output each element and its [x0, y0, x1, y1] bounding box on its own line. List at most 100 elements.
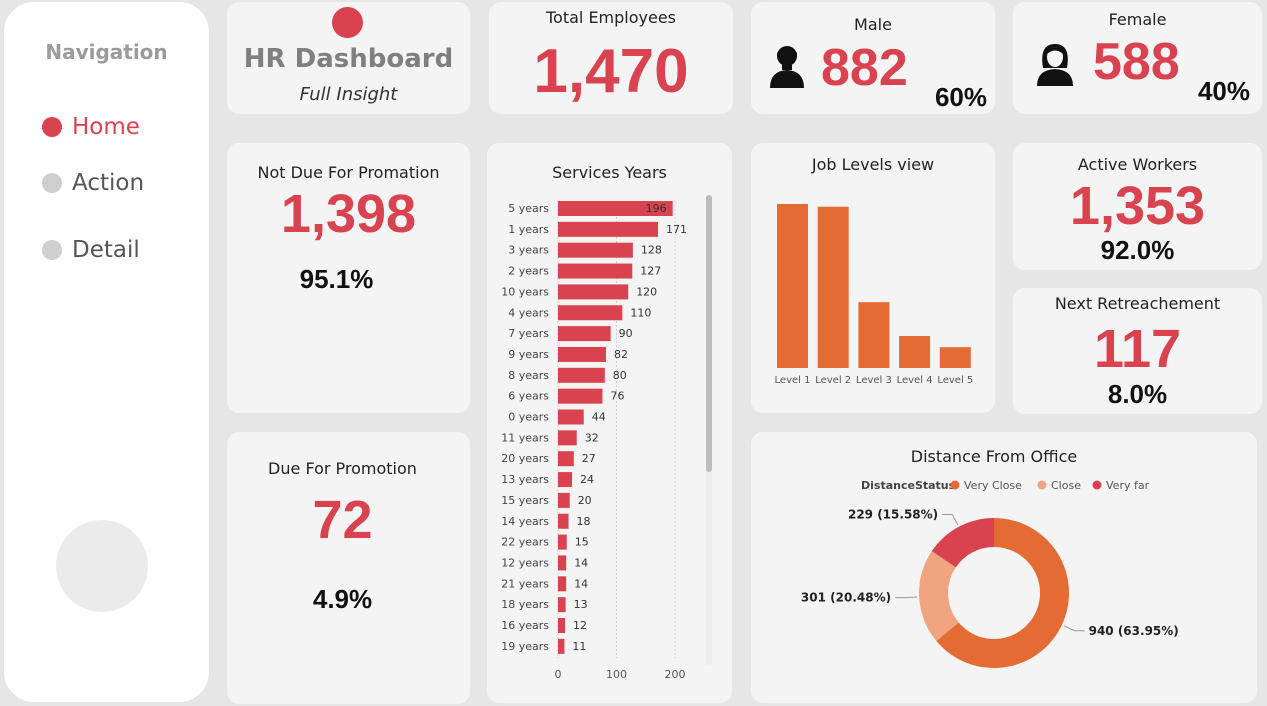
- bar: [558, 534, 567, 550]
- bar: [558, 576, 567, 592]
- bar-category-label: 11 years: [501, 431, 549, 444]
- bar-value-label: 13: [574, 598, 588, 611]
- nav-item-label: Detail: [72, 237, 140, 263]
- legend-item-label: Very far: [1106, 479, 1150, 492]
- bar-value-label: 82: [614, 348, 628, 361]
- bar: [558, 367, 605, 383]
- bar-category-label: 0 years: [508, 411, 549, 424]
- bar-value-label: 196: [646, 202, 667, 215]
- bar: [777, 204, 808, 368]
- services-years-chart: 0 100 200 5 years 196 1 years 171 3 years 128 2 y…: [501, 195, 712, 681]
- kpi-percent: 92.0%: [1100, 235, 1175, 265]
- bar-value-label: 15: [575, 536, 589, 549]
- bar: [558, 451, 574, 467]
- bar: [558, 284, 629, 300]
- bar: [558, 388, 603, 404]
- kpi-percent: 60%: [934, 82, 987, 112]
- slice-data-label: 940 (63.95%): [1089, 624, 1179, 638]
- bar-value-label: 12: [573, 619, 587, 632]
- bar-category-label: 7 years: [508, 327, 549, 340]
- bar-category-label: 3 years: [508, 244, 549, 257]
- female-card: Female 588 40%: [1013, 2, 1262, 114]
- job-levels-chart: Level 1 Level 2 Level 3 Level 4 Level 5: [775, 204, 973, 386]
- active-workers-card: Active Workers 1,353 92.0%: [1013, 143, 1262, 270]
- bar-category-label: 1 years: [508, 223, 549, 236]
- kpi-label: Male: [854, 15, 892, 34]
- services-years-card: Services Years 0 100 200 5 years 196 1 years 1…: [487, 143, 732, 703]
- bar-category-label: 15 years: [501, 494, 549, 507]
- bar-value-label: 18: [577, 515, 591, 528]
- kpi-percent: 8.0%: [1107, 379, 1168, 409]
- x-tick-label: Level 2: [815, 375, 851, 386]
- home-dot-icon: [42, 117, 62, 137]
- legend-marker: [1092, 480, 1102, 490]
- bar: [558, 242, 633, 258]
- bar-category-label: 2 years: [508, 265, 549, 278]
- nav-item-home[interactable]: Home: [42, 114, 140, 140]
- bar-category-label: 16 years: [501, 619, 549, 632]
- leader-line: [942, 513, 959, 526]
- kpi-percent: 40%: [1197, 76, 1250, 106]
- kpi-label: Not Due For Promation: [257, 163, 440, 182]
- bar: [899, 335, 931, 368]
- kpi-label: Next Retreachement: [1054, 294, 1221, 313]
- nav-item-label: Action: [72, 170, 145, 196]
- bar: [558, 430, 577, 446]
- legend-marker: [950, 480, 960, 490]
- male-card: Male 882 60%: [751, 2, 995, 114]
- bar-category-label: 19 years: [501, 640, 549, 653]
- bar-category-label: 6 years: [508, 390, 549, 403]
- bar-category-label: 14 years: [501, 515, 549, 528]
- bar-value-label: 14: [574, 556, 588, 569]
- bar-value-label: 76: [610, 390, 624, 403]
- bar: [558, 263, 633, 279]
- kpi-value: 1,353: [1069, 176, 1206, 236]
- kpi-label: Female: [1108, 10, 1167, 29]
- bar-category-label: 18 years: [501, 598, 549, 611]
- header-card: HR Dashboard Full Insight: [227, 2, 470, 114]
- kpi-label: Due For Promotion: [268, 459, 417, 478]
- nav-circle-button[interactable]: [56, 520, 148, 612]
- kpi-value: 72: [312, 490, 373, 550]
- dashboard-title: HR Dashboard: [243, 44, 454, 74]
- bar-value-label: 128: [641, 244, 662, 257]
- job-levels-card: Job Levels view Level 1 Level 2 Level 3 Lev…: [751, 143, 995, 413]
- bar-value-label: 80: [613, 369, 627, 382]
- scrollbar-thumb: [706, 195, 712, 472]
- bar: [558, 618, 566, 633]
- bar-category-label: 21 years: [501, 577, 549, 590]
- navigation-title: Navigation: [45, 40, 168, 64]
- bar: [558, 326, 611, 342]
- bar-value-label: 90: [619, 327, 633, 340]
- bar: [558, 638, 565, 654]
- bar-category-label: 9 years: [508, 348, 549, 361]
- kpi-percent: 95.1%: [299, 264, 374, 294]
- detail-dot-icon: [42, 240, 62, 260]
- leader-line: [895, 596, 918, 599]
- bar-value-label: 110: [630, 306, 651, 319]
- kpi-value: 588: [1093, 33, 1180, 91]
- nav-item-detail[interactable]: Detail: [42, 237, 140, 263]
- bar-value-label: 27: [582, 452, 596, 465]
- bar-value-label: 20: [578, 494, 592, 507]
- legend-title: DistanceStatus: [861, 479, 956, 492]
- male-person-icon: [770, 46, 804, 88]
- not-due-promotion-card: Not Due For Promation 1,398 95.1%: [227, 143, 470, 413]
- distance-card: Distance From Office DistanceStatus Very …: [751, 432, 1257, 703]
- slice-data-label: 229 (15.58%): [848, 507, 938, 521]
- x-tick-label: Level 1: [775, 375, 811, 386]
- bar: [939, 347, 971, 368]
- bar-value-label: 11: [572, 640, 586, 653]
- next-retirement-card: Next Retreachement 117 8.0%: [1013, 288, 1262, 414]
- bar: [558, 597, 566, 613]
- nav-item-action[interactable]: Action: [42, 170, 144, 196]
- bar: [558, 221, 659, 237]
- bar-category-label: 12 years: [501, 556, 549, 569]
- nav-item-label: Home: [72, 114, 140, 140]
- bar: [817, 206, 849, 368]
- kpi-value: 117: [1093, 319, 1182, 379]
- bar: [558, 305, 623, 321]
- action-dot-icon: [42, 173, 62, 193]
- x-tick-label: Level 4: [897, 375, 933, 386]
- bar: [558, 346, 606, 362]
